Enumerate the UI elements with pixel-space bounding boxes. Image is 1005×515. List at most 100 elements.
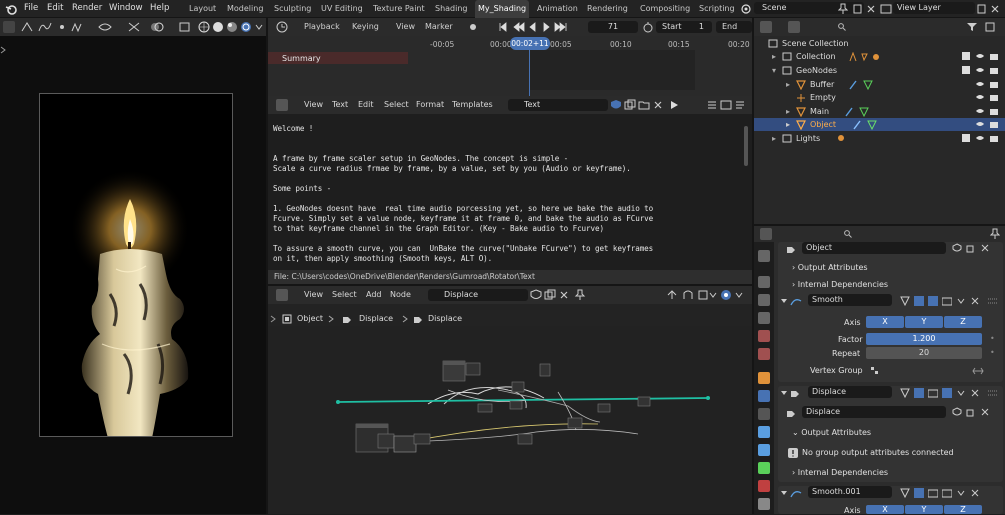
display-mode-icon[interactable] <box>788 21 800 33</box>
camera-icon[interactable] <box>990 107 998 115</box>
smooth001-name-field[interactable]: Smooth.001 <box>808 486 892 498</box>
te-menu-format[interactable]: Format <box>416 100 444 109</box>
invert-icon[interactable] <box>972 366 984 376</box>
object-tab-icon[interactable] <box>758 372 770 384</box>
displace-tree-field[interactable]: Displace <box>802 406 946 418</box>
playback-menu[interactable]: Playback <box>304 22 340 31</box>
outliner-row-geonodes[interactable]: ▾ GeoNodes <box>754 64 1005 77</box>
tab-scripting[interactable]: Scripting <box>696 0 738 18</box>
keying-menu[interactable]: Keying <box>352 22 379 31</box>
end-field[interactable]: End <box>716 21 752 33</box>
realtime-icon[interactable] <box>928 388 938 398</box>
remove-modifier-icon[interactable] <box>970 296 980 306</box>
remove-modifier-icon[interactable] <box>970 488 980 498</box>
camera-icon[interactable] <box>990 52 998 60</box>
overlay-icon[interactable] <box>150 21 164 33</box>
material-tab-icon[interactable] <box>758 480 770 492</box>
xray-icon[interactable] <box>178 21 192 33</box>
view-layer-tab-icon[interactable] <box>758 312 770 324</box>
axis-x-toggle[interactable]: X <box>866 505 904 514</box>
fake-user-icon[interactable] <box>952 243 962 253</box>
render-toggle-icon[interactable] <box>942 488 952 498</box>
physics-tab-icon[interactable] <box>758 426 770 438</box>
realtime-icon[interactable] <box>928 296 938 306</box>
snap-element-icon[interactable] <box>698 289 718 301</box>
eye-icon[interactable] <box>976 93 984 101</box>
menu-help[interactable]: Help <box>150 3 169 13</box>
eye-icon[interactable] <box>976 52 984 60</box>
node-group-field[interactable]: Object <box>802 242 946 254</box>
tab-my-shading[interactable]: My_Shading <box>475 0 530 18</box>
solid-shading-icon[interactable] <box>212 21 224 33</box>
tab-compositing[interactable]: Compositing <box>637 0 693 18</box>
collapse-arrow-icon[interactable] <box>780 389 788 397</box>
edit-mode-icon[interactable] <box>914 488 924 498</box>
outliner-row-collection[interactable]: ▸ Collection <box>754 50 1005 63</box>
playhead-label[interactable]: 00:02+11 <box>510 37 550 50</box>
text-editor-type-icon[interactable] <box>276 99 288 111</box>
eye-icon[interactable] <box>976 120 984 128</box>
expand-icon[interactable]: ▸ <box>786 105 790 118</box>
pin-icon[interactable] <box>574 289 586 301</box>
te-menu-select[interactable]: Select <box>384 100 409 109</box>
output-tab-icon[interactable] <box>758 294 770 306</box>
factor-field[interactable]: 1.200 <box>866 333 982 345</box>
fake-user-icon[interactable] <box>610 99 622 111</box>
outliner-row-empty[interactable]: Empty <box>754 91 1005 104</box>
drag-handle-icon[interactable] <box>988 298 998 304</box>
current-frame-field[interactable]: 71 <box>588 21 638 33</box>
unlink-icon[interactable] <box>980 243 990 253</box>
expand-icon[interactable]: ▸ <box>786 78 790 91</box>
snapping-icon[interactable] <box>682 289 694 301</box>
tab-modeling[interactable]: Modeling <box>224 0 266 18</box>
view-menu[interactable]: View <box>396 22 415 31</box>
curve-falloff-icon[interactable] <box>38 21 52 33</box>
node-editor-type-icon[interactable] <box>276 289 288 301</box>
tab-animation[interactable]: Animation <box>534 0 581 18</box>
te-menu-text[interactable]: Text <box>332 100 348 109</box>
text-scrollbar[interactable] <box>744 126 748 166</box>
dropdown-icon[interactable] <box>956 388 966 398</box>
duplicate-icon[interactable] <box>966 243 976 253</box>
eye-icon[interactable] <box>976 134 984 142</box>
outliner-root[interactable]: Scene Collection <box>754 37 1005 50</box>
sidebar-toggle-icon[interactable] <box>270 315 276 323</box>
on-cage-icon[interactable] <box>900 388 910 398</box>
tool-tab-icon[interactable] <box>758 250 770 262</box>
menu-window[interactable]: Window <box>109 3 143 13</box>
drag-handle-icon[interactable] <box>988 390 998 396</box>
transform-icon[interactable] <box>20 21 34 33</box>
playback-controls-icon[interactable] <box>498 22 576 32</box>
eye-icon[interactable] <box>976 80 984 88</box>
text-line[interactable]: A frame by frame scaler setup in GeoNode… <box>273 154 568 163</box>
snap-falloff-icon[interactable] <box>70 21 84 33</box>
area-divider[interactable] <box>266 18 268 514</box>
camera-icon[interactable] <box>990 120 998 128</box>
duplicate-icon[interactable] <box>624 99 636 111</box>
ne-menu-select[interactable]: Select <box>332 290 357 299</box>
scene-icon[interactable] <box>740 3 754 15</box>
duplicate-icon[interactable] <box>544 289 556 301</box>
expand-icon[interactable]: ▾ <box>772 64 776 77</box>
outliner-type-icon[interactable] <box>760 21 772 33</box>
camera-icon[interactable] <box>990 93 998 101</box>
overlay-options-icon[interactable] <box>734 289 744 301</box>
collapse-arrow-icon[interactable] <box>780 297 788 305</box>
start-field[interactable]: Start 1 <box>656 21 712 33</box>
run-script-icon[interactable] <box>668 99 680 111</box>
text-datablock-field[interactable]: Text <box>508 99 608 111</box>
dropdown-icon[interactable] <box>956 488 966 498</box>
expand-icon[interactable]: ▸ <box>772 132 776 145</box>
axis-z-toggle[interactable]: Z <box>944 316 982 328</box>
camera-icon[interactable] <box>990 134 998 142</box>
render-toggle-icon[interactable] <box>942 388 952 398</box>
constraints-tab-icon[interactable] <box>758 444 770 456</box>
tab-layout[interactable]: Layout <box>186 0 219 18</box>
word-wrap-icon[interactable] <box>720 99 732 111</box>
filter-icon[interactable] <box>966 21 978 33</box>
visibility-icon[interactable] <box>98 21 112 33</box>
edit-mode-icon[interactable] <box>914 388 924 398</box>
node-graph[interactable] <box>268 326 752 514</box>
summary-channel[interactable]: Summary <box>282 54 321 63</box>
checkbox-icon[interactable] <box>962 134 970 142</box>
